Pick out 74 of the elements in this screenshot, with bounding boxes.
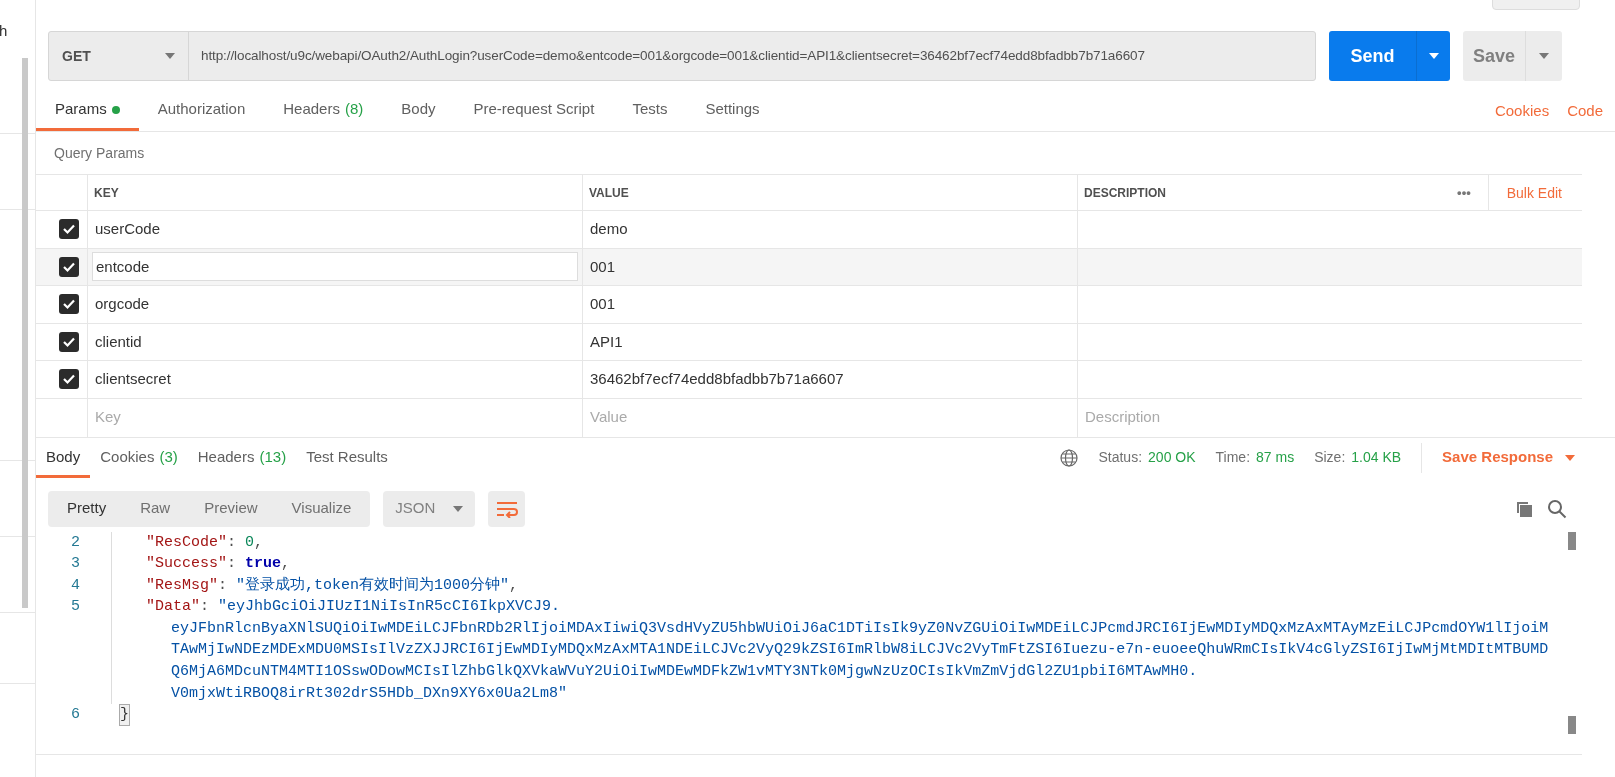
key-field[interactable]: entcode [92, 252, 578, 282]
request-tab[interactable]: Headers (8) [264, 91, 383, 131]
request-tab[interactable]: Body [382, 91, 455, 131]
code-line: V0mjxWtiRBOQ8irRt302drS5HDb_DXn9XY6x0Ua2Lm8" [170, 683, 569, 704]
scrollbar[interactable] [22, 58, 28, 608]
globe-icon[interactable] [1060, 448, 1079, 467]
meta-label: Status: [1098, 448, 1143, 467]
request-tab[interactable]: Params [36, 91, 139, 131]
checkbox[interactable] [58, 369, 79, 390]
caret-icon [1565, 454, 1575, 461]
wrap-icon [495, 499, 518, 518]
param-row[interactable]: entcode 001 [36, 248, 1582, 286]
check-icon [61, 222, 76, 237]
key-field[interactable]: userCode [92, 214, 578, 244]
code-line: TAwMjIwNDEzMDExMDU0MSIsIlVzZXJJRCI6IjEwMDIyMDQxMzAxMTA1NDEiLCJVc2VyQ29kZSI6ImRlbW8iLCJVc2VyTmFtZSI6Iuezu-e7n-euoeeQhuWRmCIsIkV4cGlyZSI6IjIwMjMtMDItMTBUMD [170, 640, 1549, 661]
meta-value: 1.04 KB [1351, 448, 1402, 467]
line-number: 3 [71, 554, 81, 575]
value-cell[interactable]: 001 [590, 293, 616, 316]
meta-label: Size: [1314, 448, 1346, 467]
param-row[interactable]: clientsecret 36462bf7ecf74edd8bfadbb7b71a6607 [36, 361, 1582, 399]
section-title: Query Params [53, 143, 146, 163]
code-line: "Success": true, [146, 554, 291, 575]
scrollbar[interactable] [1568, 531, 1576, 550]
line-number: 5 [71, 597, 81, 618]
view-mode-tab[interactable]: Raw [123, 490, 188, 527]
param-row[interactable]: clientid API1 [36, 323, 1582, 361]
response-tab[interactable]: Headers (13) [187, 440, 297, 478]
request-tab[interactable]: Settings [686, 91, 779, 131]
caret-icon [1539, 53, 1549, 59]
checkbox[interactable] [58, 331, 79, 352]
key-field[interactable]: clientid [92, 327, 578, 357]
key-field[interactable]: clientsecret [92, 364, 578, 394]
meta-value: 87 ms [1256, 448, 1295, 467]
value-cell[interactable]: 001 [590, 255, 616, 278]
column-header: VALUE [589, 185, 629, 202]
checkbox[interactable] [58, 256, 79, 277]
format-dropdown[interactable]: JSON [383, 490, 476, 527]
checkbox[interactable] [58, 219, 79, 240]
check-icon [61, 297, 76, 312]
checkbox[interactable] [58, 294, 79, 315]
check-icon [61, 372, 76, 387]
code-line: "Data": "eyJhbGciOiJIUzI1NiIsInR5cCI6IkpXVCJ9. [146, 597, 562, 618]
column-header: DESCRIPTION [1084, 185, 1166, 202]
line-number: 4 [71, 575, 81, 596]
response-tab[interactable]: Test Results [296, 440, 398, 478]
key-field[interactable]: orgcode [92, 289, 578, 319]
view-mode-tab[interactable]: Preview [187, 490, 275, 527]
request-tab[interactable]: Tests [613, 91, 687, 131]
wrap-button[interactable] [488, 490, 526, 527]
code-line: eyJFbnRlcnByaXNlSUQiOiIwMDEiLCJFbnRDb2RlIjoiMDAxIiwiQ3VsdHVyZU5hbWUiOiJ6aC1DTiIsIk9yZ0NvZGUiOiIwMDEiLCJPcmdJRCI6IjEwMDIyMDQxMzAxMTAyMzEiLCJPcmdOYW1lIjoiM [170, 618, 1549, 639]
column-header: KEY [94, 185, 119, 202]
sidebar-text: h [0, 21, 9, 41]
line-number: 6 [71, 705, 81, 726]
scrollbar[interactable] [1568, 716, 1576, 734]
view-mode-tab[interactable]: Pretty [50, 490, 124, 527]
response-tab[interactable]: Body [36, 440, 91, 478]
code-line: "ResCode": 0, [146, 532, 264, 553]
caret-icon [453, 505, 464, 512]
param-row[interactable]: orgcode 001 [36, 286, 1582, 324]
request-tab[interactable]: Pre-request Script [454, 91, 614, 131]
code-line: "ResMsg": "登录成功,token有效时间为1000分钟", [146, 575, 519, 596]
param-row[interactable]: userCode demo [36, 211, 1582, 249]
request-tab[interactable]: Authorization [138, 91, 265, 131]
meta-value: 200 OK [1148, 448, 1196, 467]
value-cell[interactable]: 36462bf7ecf74edd8bfadbb7b71a6607 [590, 368, 844, 391]
value-cell[interactable]: API1 [590, 330, 623, 353]
line-number: 2 [71, 532, 81, 553]
search-icon[interactable] [1547, 498, 1567, 519]
caret-icon [1428, 53, 1439, 59]
code-line: Q6MjA6MDcuNTM4MTI1OSswODowMCIsIlZhbGlkQXVkaWVuY2UiOiIwMDEwMDFkZW1vMTY3NTk0MjgwNzUzOCIsIkVmZmVjdGl2ZU1pbiI6MTAwMH0. [170, 662, 1199, 683]
meta-label: Time: [1215, 448, 1251, 467]
value-cell[interactable]: demo [590, 218, 628, 241]
view-mode-tab[interactable]: Visualize [274, 490, 369, 527]
response-tab[interactable]: Cookies (3) [90, 440, 188, 478]
